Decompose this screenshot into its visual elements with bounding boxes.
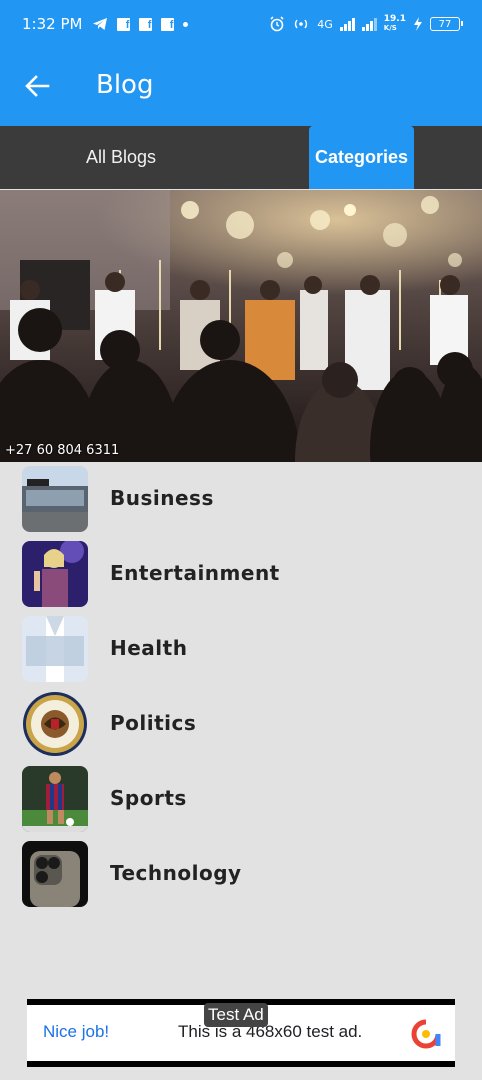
technology-thumbnail — [22, 841, 88, 907]
status-bar: 1:32 PM f f f 4G 19.1 K/S 77 — [0, 0, 482, 48]
battery-level: 77 — [438, 18, 452, 30]
charging-icon — [414, 17, 422, 31]
alarm-icon — [270, 16, 284, 32]
telegram-icon — [93, 18, 108, 30]
test-ad-badge: Test Ad — [204, 1003, 268, 1027]
facebook-icon: f — [161, 17, 175, 31]
category-label: Business — [110, 486, 214, 510]
banner-phone-number: +27 60 804 6311 — [5, 443, 120, 458]
sports-thumbnail — [22, 766, 88, 832]
list-item-politics[interactable]: Politics — [0, 687, 482, 762]
hotspot-icon — [295, 19, 308, 29]
list-item-technology[interactable]: Technology — [0, 837, 482, 912]
arrow-left-icon[interactable] — [24, 73, 50, 99]
list-item-health[interactable]: Health — [0, 612, 482, 687]
ad-cta-text: Nice job! — [43, 1022, 110, 1041]
list-item-entertainment[interactable]: Entertainment — [0, 537, 482, 612]
facebook-icon: f — [117, 17, 131, 31]
signal-icon — [339, 17, 355, 31]
app-bar: 1:32 PM f f f 4G 19.1 K/S 77 Blog — [0, 0, 482, 126]
page-title: Blog — [96, 70, 154, 100]
network-type: 4G — [317, 17, 333, 31]
banner-image[interactable]: +27 60 804 6311 — [0, 190, 482, 462]
tab-all-blogs[interactable]: All Blogs — [62, 126, 180, 189]
toolbar: Blog — [0, 48, 482, 126]
health-thumbnail — [22, 616, 88, 682]
battery-icon: 77 — [430, 17, 463, 31]
admob-logo-icon — [411, 1019, 441, 1049]
category-label: Health — [110, 636, 188, 660]
category-label: Sports — [110, 786, 187, 810]
category-label: Technology — [110, 861, 242, 885]
network-speed-unit: K/S — [383, 24, 397, 32]
notification-dot-icon — [183, 21, 189, 27]
tab-categories[interactable]: Categories — [309, 126, 414, 189]
facebook-icon: f — [139, 17, 153, 31]
list-item-business[interactable]: Business — [0, 462, 482, 537]
entertainment-thumbnail — [22, 541, 88, 607]
status-time: 1:32 PM — [22, 15, 83, 33]
politics-thumbnail — [22, 691, 88, 757]
business-thumbnail — [22, 466, 88, 532]
category-label: Politics — [110, 711, 197, 735]
network-speed: 19.1 — [383, 14, 406, 24]
signal-icon-2 — [361, 17, 377, 31]
tab-bar: All Blogs Categories — [0, 126, 482, 189]
category-label: Entertainment — [110, 561, 280, 585]
list-item-sports[interactable]: Sports — [0, 762, 482, 837]
